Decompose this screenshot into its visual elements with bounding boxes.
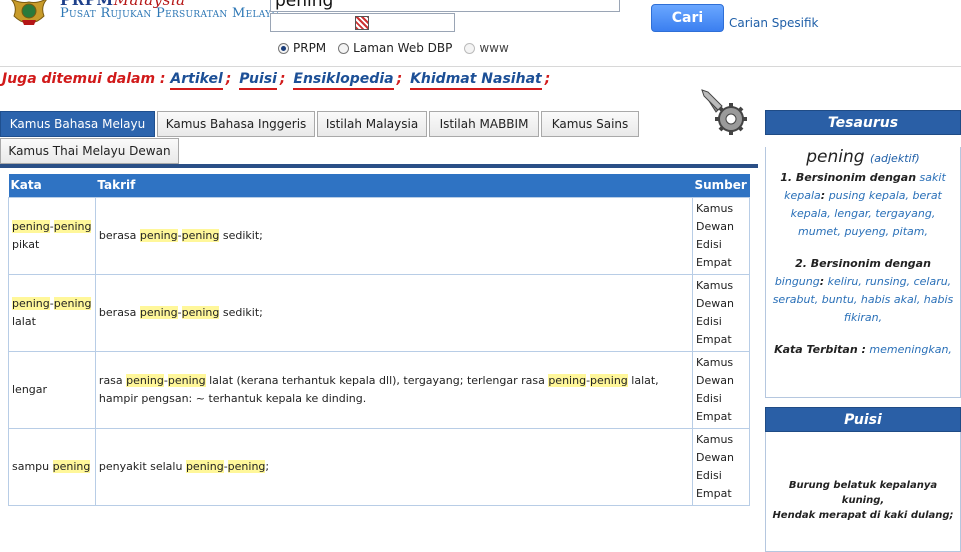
tab-kamus-sains[interactable]: Kamus Sains bbox=[541, 111, 639, 137]
col-kata: Kata bbox=[8, 174, 96, 197]
radio-dot-icon bbox=[464, 42, 476, 54]
prpm-emblem-icon bbox=[11, 0, 47, 25]
tesaurus-panel: pening (adjektif) 1. Bersinonim dengan s… bbox=[765, 147, 961, 398]
search-button[interactable]: Cari bbox=[651, 4, 724, 32]
derived-words: Kata Terbitan : memeningkan, bbox=[774, 343, 952, 356]
table-row: sampu pening penyakit selalu pening-peni… bbox=[8, 427, 751, 506]
header-divider bbox=[0, 66, 961, 67]
also-found-bar: Juga ditemui dalam : Artikel; Puisi; Ens… bbox=[2, 71, 553, 90]
settings-gear-icon[interactable] bbox=[698, 86, 750, 138]
synonym-group-2: 2. Bersinonim dengan bingung: keliru, ru… bbox=[772, 257, 954, 324]
takrif-cell: rasa pening-pening lalat (kerana terhant… bbox=[94, 350, 693, 429]
captcha-icon bbox=[355, 16, 369, 30]
table-row: pening-pening pikat berasa pening-pening… bbox=[8, 196, 751, 275]
table-row: pening-pening lalat berasa pening-pening… bbox=[8, 273, 751, 352]
kata-cell: pening-pening pikat bbox=[8, 196, 96, 275]
col-sumber: Sumber bbox=[692, 174, 750, 197]
kata-cell: sampu pening bbox=[8, 427, 96, 506]
tab-istilah-malaysia[interactable]: Istilah Malaysia bbox=[317, 111, 427, 137]
puisi-header: Puisi bbox=[765, 407, 961, 432]
sidebar: Tesaurus pening (adjektif) 1. Bersinonim… bbox=[765, 110, 961, 552]
radio-dot-icon bbox=[338, 42, 350, 54]
col-takrif: Takrif bbox=[95, 174, 693, 197]
tab-istilah-mabbim[interactable]: Istilah MABBIM bbox=[429, 111, 539, 137]
puisi-panel: Burung belatuk kepalanya kuning, Hendak … bbox=[765, 432, 961, 552]
logo-subtitle: Pusat Rujukan Persuratan Melayu bbox=[60, 6, 280, 21]
tab-kamus-thai-melayu-dewan[interactable]: Kamus Thai Melayu Dewan bbox=[0, 138, 179, 164]
tab-kamus-bahasa-melayu[interactable]: Kamus Bahasa Melayu bbox=[0, 111, 155, 137]
takrif-cell: berasa pening-pening sedikit; bbox=[94, 273, 693, 352]
also-link-khidmat-nasihat[interactable]: Khidmat Nasihat bbox=[410, 71, 542, 90]
radio-www[interactable]: www bbox=[464, 41, 509, 55]
table-header-row: Kata Takrif Sumber bbox=[8, 174, 750, 197]
results-table: Kata Takrif Sumber pening-pening pikat b… bbox=[8, 174, 751, 506]
kata-cell: lengar bbox=[8, 350, 96, 429]
sumber-cell: Kamus Dewan Edisi Empat bbox=[691, 273, 751, 352]
tesaurus-word: pening (adjektif) bbox=[806, 147, 920, 167]
specific-search-link[interactable]: Carian Spesifik bbox=[729, 16, 818, 30]
sumber-cell: Kamus Dewan Edisi Empat bbox=[691, 350, 751, 429]
also-link-ensiklopedia[interactable]: Ensiklopedia bbox=[293, 71, 394, 90]
tab-underline bbox=[0, 164, 758, 168]
tab-kamus-bahasa-inggeris[interactable]: Kamus Bahasa Inggeris bbox=[157, 111, 315, 137]
also-link-puisi[interactable]: Puisi bbox=[239, 71, 277, 90]
tesaurus-header: Tesaurus bbox=[765, 110, 961, 135]
radio-prpm[interactable]: PRPM bbox=[278, 41, 326, 55]
sumber-cell: Kamus Dewan Edisi Empat bbox=[691, 427, 751, 506]
captcha-field[interactable] bbox=[270, 13, 455, 32]
table-row: lengar rasa pening-pening lalat (kerana … bbox=[8, 350, 751, 429]
kata-cell: pening-pening lalat bbox=[8, 273, 96, 352]
radio-dot-icon bbox=[278, 42, 289, 54]
search-input[interactable] bbox=[270, 0, 620, 12]
radio-laman-web-dbp[interactable]: Laman Web DBP bbox=[338, 41, 452, 55]
takrif-cell: penyakit selalu pening-pening; bbox=[94, 427, 693, 506]
also-link-artikel[interactable]: Artikel bbox=[170, 71, 223, 90]
sumber-cell: Kamus Dewan Edisi Empat bbox=[691, 196, 751, 275]
search-scope: PRPM Laman Web DBP www bbox=[278, 41, 509, 55]
takrif-cell: berasa pening-pening sedikit; bbox=[94, 196, 693, 275]
synonym-group-1: 1. Bersinonim dengan sakit kepala: pusin… bbox=[780, 171, 946, 238]
